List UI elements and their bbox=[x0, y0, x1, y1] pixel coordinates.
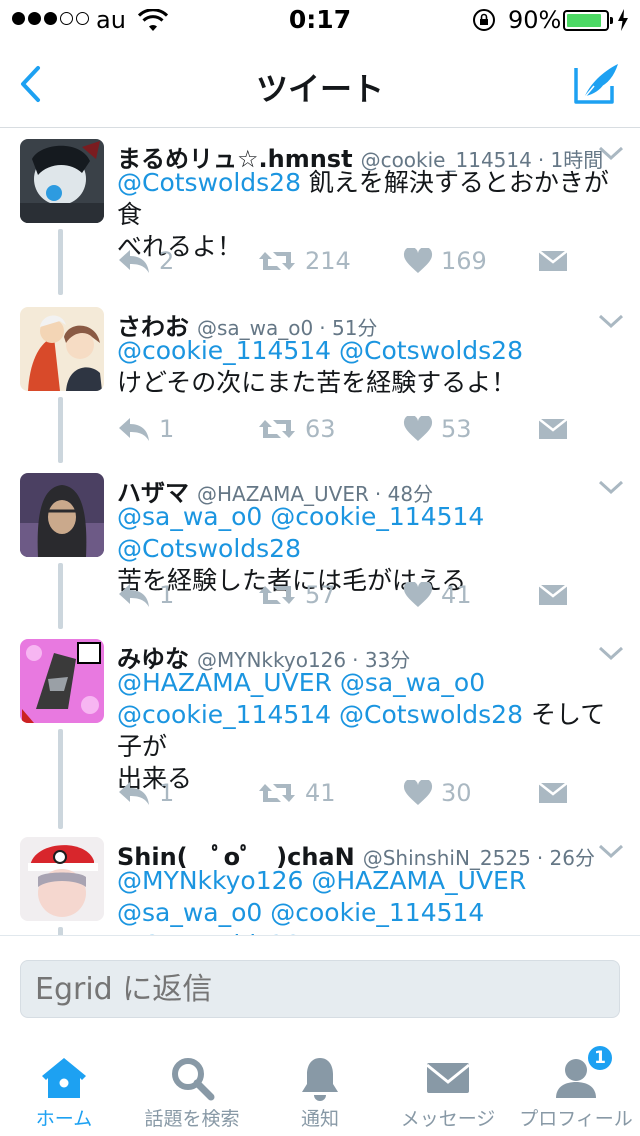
tweet-thread: まるめリュ☆.hmnst @cookie_114514 · 1時間 @Cotswol… bbox=[0, 129, 640, 935]
reply-count: 2 bbox=[159, 247, 175, 275]
like-button[interactable]: 30 bbox=[403, 779, 472, 807]
tab-label: プロフィール bbox=[519, 1108, 633, 1130]
reply-button[interactable]: 1 bbox=[117, 415, 174, 443]
tab-label: 通知 bbox=[300, 1108, 339, 1130]
reply-button[interactable]: 2 bbox=[117, 247, 174, 275]
chevron-down-icon[interactable] bbox=[598, 645, 624, 661]
reply-button[interactable]: 1 bbox=[117, 779, 174, 807]
retweet-count: 41 bbox=[305, 779, 336, 807]
tweet-item[interactable]: ハザマ @HAZAMA_UVER · 48分 @sa_wa_o0 @cookie_1… bbox=[0, 473, 640, 631]
like-count: 41 bbox=[441, 581, 472, 609]
tab-notifications[interactable]: 通知 bbox=[256, 1036, 384, 1136]
tab-profile[interactable]: プロフィール bbox=[512, 1036, 640, 1136]
like-count: 30 bbox=[441, 779, 472, 807]
tweet-actions: 2 214 169 bbox=[117, 247, 617, 287]
navigation-bar: ツイート bbox=[0, 40, 640, 128]
tab-messages[interactable]: メッセージ bbox=[384, 1036, 512, 1136]
tweet-actions: 1 63 53 bbox=[117, 415, 617, 455]
direct-message-button[interactable] bbox=[537, 247, 569, 273]
avatar[interactable] bbox=[20, 307, 104, 391]
avatar[interactable] bbox=[20, 837, 104, 921]
avatar[interactable] bbox=[20, 139, 104, 223]
avatar[interactable] bbox=[20, 639, 104, 723]
direct-message-button[interactable] bbox=[537, 415, 569, 441]
like-button[interactable]: 53 bbox=[403, 415, 472, 443]
chevron-down-icon[interactable] bbox=[598, 843, 624, 859]
reply-count: 1 bbox=[159, 581, 175, 609]
tweet-text: @HAZAMA_UVER @sa_wa_o0 @cookie_114514 @C… bbox=[117, 667, 622, 795]
chevron-down-icon[interactable] bbox=[598, 313, 624, 329]
tab-label: 話題を検索 bbox=[144, 1108, 240, 1130]
home-icon bbox=[40, 1054, 88, 1102]
tweet-text: @cookie_114514 @Cotswolds28 けどその次にまた苦を経験… bbox=[117, 335, 622, 399]
like-button[interactable]: 169 bbox=[403, 247, 487, 275]
reply-count: 1 bbox=[159, 415, 175, 443]
chevron-down-icon[interactable] bbox=[598, 479, 624, 495]
direct-message-button[interactable] bbox=[537, 581, 569, 607]
notification-badge: 1 bbox=[586, 1044, 614, 1072]
tweet-item[interactable]: Shin( ﾟoﾟ )chaN @ShinshiN_2525 · 26分 @MYNk… bbox=[0, 837, 640, 935]
reply-bar bbox=[0, 935, 640, 1033]
tab-bar: ホーム 話題を検索 通知 メッセージ プロフィール 1 bbox=[0, 1036, 640, 1136]
chevron-down-icon[interactable] bbox=[598, 145, 624, 161]
battery-percent: 90% bbox=[508, 6, 562, 34]
search-icon bbox=[168, 1054, 216, 1102]
compose-quill-icon[interactable] bbox=[572, 58, 622, 108]
tab-home[interactable]: ホーム bbox=[0, 1036, 128, 1136]
mention-link[interactable]: @Cotswolds28 bbox=[117, 168, 301, 197]
tweet-text-segment: けどその次にまた苦を経験するよ！ bbox=[117, 368, 517, 397]
retweet-button[interactable]: 214 bbox=[257, 247, 351, 275]
tab-label: メッセージ bbox=[400, 1108, 496, 1130]
charging-bolt-icon bbox=[617, 8, 629, 38]
direct-message-button[interactable] bbox=[537, 779, 569, 805]
tweet-actions: 1 41 30 bbox=[117, 779, 617, 819]
mention-link[interactable]: @cookie_114514 @Cotswolds28 bbox=[117, 336, 523, 365]
bell-icon bbox=[296, 1054, 344, 1102]
retweet-button[interactable]: 41 bbox=[257, 779, 336, 807]
retweet-count: 57 bbox=[305, 581, 336, 609]
like-button[interactable]: 41 bbox=[403, 581, 472, 609]
page-title: ツイート bbox=[255, 70, 384, 108]
tweet-item[interactable]: さわお @sa_wa_o0 · 51分 @cookie_114514 @Cotswo… bbox=[0, 307, 640, 465]
avatar[interactable] bbox=[20, 473, 104, 557]
tweet-actions: 1 57 41 bbox=[117, 581, 617, 621]
retweet-count: 63 bbox=[305, 415, 336, 443]
battery-icon bbox=[563, 10, 613, 31]
mention-link[interactable]: @sa_wa_o0 @cookie_114514 @Cotswolds28 bbox=[117, 898, 484, 935]
retweet-button[interactable]: 63 bbox=[257, 415, 336, 443]
reply-input[interactable] bbox=[20, 960, 620, 1018]
like-count: 169 bbox=[441, 247, 487, 275]
mention-link[interactable]: @MYNkkyo126 @HAZAMA_UVER bbox=[117, 866, 526, 895]
tweet-item[interactable]: まるめリュ☆.hmnst @cookie_114514 · 1時間 @Cotswol… bbox=[0, 139, 640, 297]
retweet-button[interactable]: 57 bbox=[257, 581, 336, 609]
mention-link[interactable]: @cookie_114514 @Cotswolds28 bbox=[117, 700, 523, 729]
mention-link[interactable]: @HAZAMA_UVER @sa_wa_o0 bbox=[117, 668, 485, 697]
rotation-lock-icon bbox=[472, 8, 496, 38]
reply-button[interactable]: 1 bbox=[117, 581, 174, 609]
envelope-icon bbox=[424, 1054, 472, 1102]
retweet-count: 214 bbox=[305, 247, 351, 275]
reply-count: 1 bbox=[159, 779, 175, 807]
like-count: 53 bbox=[441, 415, 472, 443]
mention-link[interactable]: @sa_wa_o0 @cookie_114514 @Cotswolds28 bbox=[117, 502, 484, 563]
tweet-text: @MYNkkyo126 @HAZAMA_UVER @sa_wa_o0 @cook… bbox=[117, 865, 622, 935]
status-bar: au 0:17 90% bbox=[0, 0, 640, 40]
tab-search[interactable]: 話題を検索 bbox=[128, 1036, 256, 1136]
tweet-item[interactable]: みゆな @MYNkkyo126 · 33分 @HAZAMA_UVER @sa_wa_… bbox=[0, 639, 640, 835]
